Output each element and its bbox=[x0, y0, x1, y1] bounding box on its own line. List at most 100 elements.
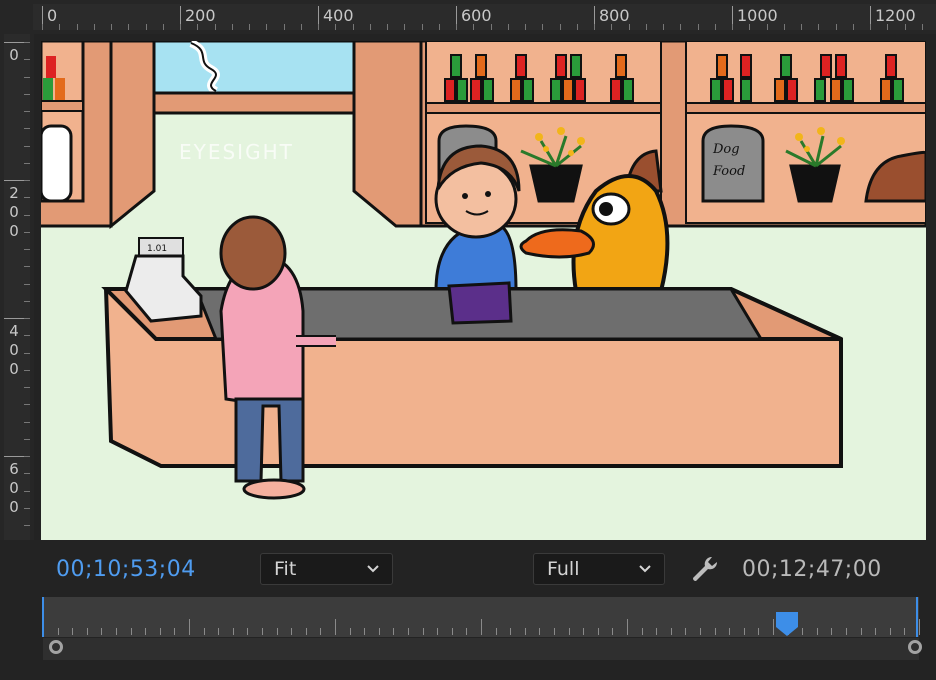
ruler-left-minor-tick bbox=[24, 370, 30, 371]
ruler-top-minor-tick bbox=[732, 24, 733, 30]
time-ruler-tick bbox=[700, 628, 701, 635]
out-point-marker[interactable] bbox=[916, 597, 918, 637]
watermark-text: EYESIGHT bbox=[179, 140, 294, 164]
ruler-top-minor-tick bbox=[887, 24, 888, 30]
wrench-icon[interactable] bbox=[690, 554, 720, 584]
in-point-marker[interactable] bbox=[42, 597, 44, 637]
ruler-top-minor-tick bbox=[197, 24, 198, 30]
program-monitor-frame[interactable]: Dog Food EYESIGHT 1.01 bbox=[41, 41, 926, 540]
ruler-top-minor-tick bbox=[404, 24, 405, 30]
ruler-left-minor-tick bbox=[24, 353, 30, 354]
ruler-top-label: 1000 bbox=[737, 6, 778, 25]
time-ruler-tick bbox=[744, 628, 745, 635]
time-ruler-tick bbox=[729, 628, 730, 635]
time-ruler-tick bbox=[802, 628, 803, 635]
zoom-handle-right[interactable] bbox=[908, 640, 922, 654]
ruler-top-minor-tick bbox=[353, 24, 354, 30]
time-ruler-tick bbox=[642, 628, 643, 635]
time-ruler-tick bbox=[189, 619, 190, 635]
ruler-top-label: 600 bbox=[461, 6, 492, 25]
time-ruler-tick bbox=[320, 628, 321, 635]
zoom-level-select[interactable]: Fit bbox=[260, 553, 393, 585]
ruler-top-minor-tick bbox=[629, 24, 630, 30]
time-ruler-tick bbox=[350, 628, 351, 635]
ruler-left-minor-tick bbox=[24, 77, 30, 78]
ruler-top-minor-tick bbox=[818, 24, 819, 30]
ruler-left-minor-tick bbox=[24, 146, 30, 147]
ruler-top-label: 800 bbox=[599, 6, 630, 25]
zoom-level-value: Fit bbox=[274, 558, 297, 580]
ruler-top-minor-tick bbox=[473, 24, 474, 30]
ruler-top-minor-tick bbox=[163, 24, 164, 30]
time-ruler-tick bbox=[408, 628, 409, 635]
ruler-left-minor-tick bbox=[24, 473, 30, 474]
time-ruler-tick bbox=[72, 628, 73, 635]
ruler-top-minor-tick bbox=[370, 24, 371, 30]
duration-timecode: 00;12;47;00 bbox=[742, 557, 882, 582]
time-ruler-tick bbox=[715, 628, 716, 635]
time-ruler-tick bbox=[685, 628, 686, 635]
ruler-left-minor-tick bbox=[24, 42, 30, 43]
ruler-top-minor-tick bbox=[836, 24, 837, 30]
ruler-top-minor-tick bbox=[491, 24, 492, 30]
ruler-top-minor-tick bbox=[801, 24, 802, 30]
ruler-left-minor-tick bbox=[24, 422, 30, 423]
ruler-left-minor-tick bbox=[24, 215, 30, 216]
ruler-left-label: 600 bbox=[9, 460, 19, 516]
ruler-left-label: 200 bbox=[9, 184, 19, 240]
time-ruler-tick bbox=[554, 628, 555, 635]
ruler-left-label: 400 bbox=[9, 322, 19, 378]
register-display-text: 1.01 bbox=[147, 244, 167, 254]
ruler-top-minor-tick bbox=[284, 24, 285, 30]
zoom-handle-left[interactable] bbox=[49, 640, 63, 654]
time-ruler-tick bbox=[758, 628, 759, 635]
ruler-left-minor-tick bbox=[24, 266, 30, 267]
time-ruler-tick bbox=[306, 628, 307, 635]
current-timecode[interactable]: 00;10;53;04 bbox=[56, 557, 196, 582]
ruler-top-label: 0 bbox=[47, 6, 58, 25]
time-ruler-tick bbox=[831, 628, 832, 635]
time-ruler-tick bbox=[262, 628, 263, 635]
ruler-top-minor-tick bbox=[853, 24, 854, 30]
ruler-top-minor-tick bbox=[663, 24, 664, 30]
time-ruler-tick bbox=[861, 628, 862, 635]
time-ruler-tick bbox=[919, 619, 920, 635]
ruler-top-minor-tick bbox=[111, 24, 112, 30]
ruler-top-minor-tick bbox=[715, 24, 716, 30]
ruler-top-minor-tick bbox=[456, 24, 457, 30]
ruler-left-minor-tick bbox=[24, 128, 30, 129]
ruler-left-minor-tick bbox=[24, 335, 30, 336]
ruler-left-minor-tick bbox=[24, 197, 30, 198]
playhead[interactable] bbox=[775, 611, 799, 637]
ruler-left-minor-tick bbox=[24, 111, 30, 112]
playback-resolution-select[interactable]: Full bbox=[533, 553, 665, 585]
time-ruler-tick bbox=[218, 628, 219, 635]
time-ruler-tick bbox=[539, 628, 540, 635]
ruler-top-minor-tick bbox=[767, 24, 768, 30]
ruler-left-minor-tick bbox=[24, 284, 30, 285]
time-ruler-tick bbox=[233, 628, 234, 635]
ruler-top-minor-tick bbox=[611, 24, 612, 30]
ruler-left-minor-tick bbox=[24, 387, 30, 388]
ruler-top-minor-tick bbox=[128, 24, 129, 30]
zoom-scroll-bar[interactable] bbox=[43, 638, 919, 660]
time-ruler-tick bbox=[160, 628, 161, 635]
time-ruler-tick bbox=[87, 628, 88, 635]
time-ruler-tick bbox=[145, 628, 146, 635]
time-ruler-tick bbox=[131, 628, 132, 635]
ruler-left: 0 200 400 600 bbox=[0, 34, 34, 540]
ruler-top-minor-tick bbox=[542, 24, 543, 30]
ruler-top-minor-tick bbox=[318, 24, 319, 30]
time-ruler-tick bbox=[671, 628, 672, 635]
playback-resolution-value: Full bbox=[547, 558, 580, 580]
time-ruler-tick bbox=[496, 628, 497, 635]
ruler-top-minor-tick bbox=[508, 24, 509, 30]
time-ruler-tick bbox=[379, 628, 380, 635]
ruler-top-minor-tick bbox=[215, 24, 216, 30]
ruler-top-minor-tick bbox=[870, 24, 871, 30]
ruler-left-minor-tick bbox=[24, 318, 30, 319]
time-ruler-tick bbox=[656, 628, 657, 635]
ruler-top-minor-tick bbox=[94, 24, 95, 30]
ruler-top-minor-tick bbox=[749, 24, 750, 30]
time-ruler-tick bbox=[846, 628, 847, 635]
